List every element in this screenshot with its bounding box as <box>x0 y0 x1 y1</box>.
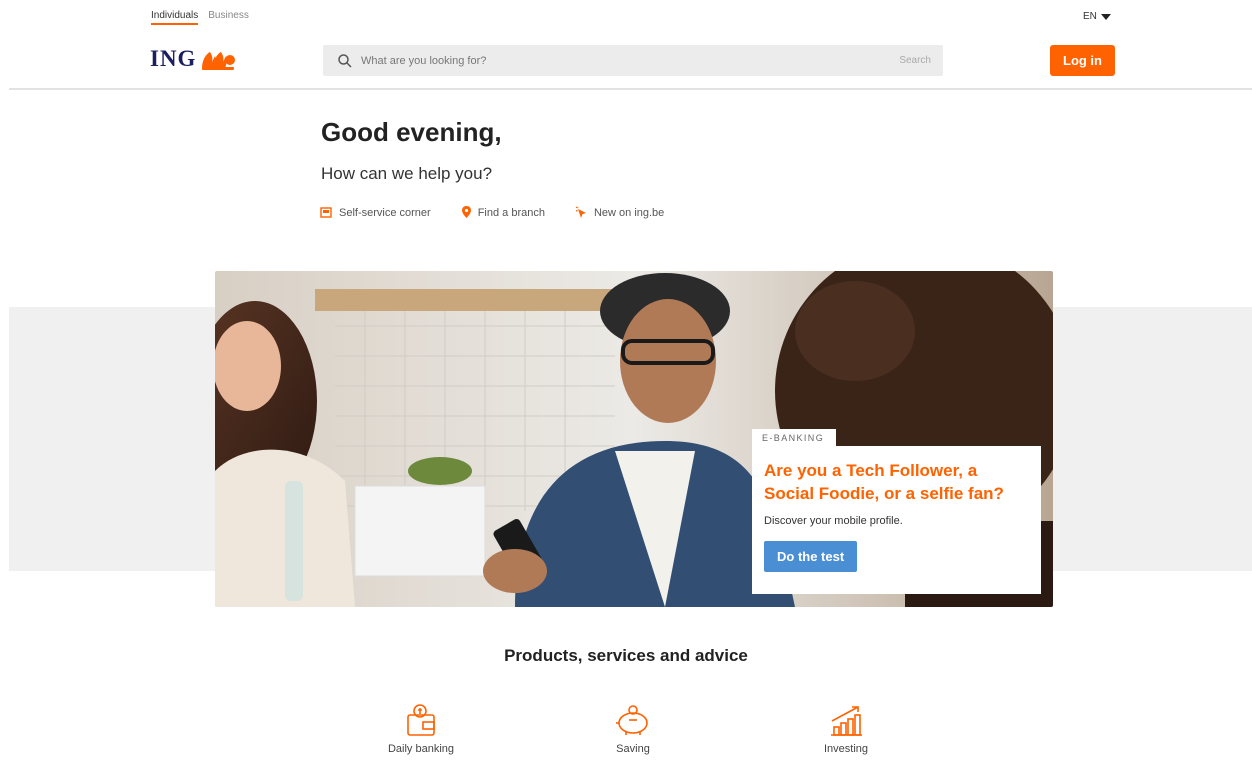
header-divider <box>9 88 1252 90</box>
caret-down-icon <box>1100 13 1111 20</box>
search-button[interactable]: Search <box>899 55 931 66</box>
product-label: Saving <box>616 743 650 755</box>
tab-individuals[interactable]: Individuals <box>151 10 199 25</box>
audience-tabs: Individuals Business <box>151 10 249 25</box>
search-bar: Search <box>323 45 943 76</box>
language-selector[interactable]: EN <box>1083 11 1111 22</box>
quicklink-find-branch[interactable]: Find a branch <box>461 206 545 219</box>
search-input[interactable] <box>353 54 900 67</box>
tab-business[interactable]: Business <box>208 10 249 25</box>
new-cursor-icon <box>575 206 586 218</box>
login-button[interactable]: Log in <box>1050 45 1115 76</box>
product-label: Daily banking <box>387 743 455 755</box>
map-pin-icon <box>461 206 471 218</box>
audience-bar: Individuals Business EN <box>0 0 1252 28</box>
quicklink-self-service[interactable]: Self-service corner <box>320 206 431 219</box>
greeting-subtitle: How can we help you? <box>321 164 493 183</box>
piggy-bank-icon <box>616 705 648 735</box>
quicklink-label: Find a branch <box>477 206 545 219</box>
search-icon <box>338 53 352 68</box>
wallet-icon <box>407 704 435 736</box>
product-investing[interactable]: Investing <box>786 703 906 755</box>
quicklink-new-on-ing[interactable]: New on ing.be <box>575 206 664 219</box>
promo-title: Are you a Tech Follower, a Social Foodie… <box>764 461 1004 503</box>
promo-description: Discover your mobile profile. <box>764 515 903 527</box>
quicklink-label: New on ing.be <box>593 206 665 219</box>
product-daily-banking[interactable]: Daily banking <box>361 703 481 755</box>
quicklink-label: Self-service corner <box>339 206 431 219</box>
language-label: EN <box>1083 11 1097 22</box>
greeting-title: Good evening, <box>321 117 502 147</box>
do-the-test-button[interactable]: Do the test <box>764 541 858 572</box>
quick-links: Self-service corner Find a branch New on… <box>320 206 694 219</box>
product-label: Investing <box>823 743 869 755</box>
products-title: Products, services and advice <box>504 646 748 665</box>
lion-icon <box>202 52 236 70</box>
self-service-icon <box>320 207 332 218</box>
growth-chart-icon <box>831 706 862 736</box>
product-saving[interactable]: Saving <box>573 703 693 755</box>
promo-card: Are you a Tech Follower, a Social Foodie… <box>752 446 1041 594</box>
logo-text: ING <box>150 46 197 71</box>
ing-logo[interactable]: ING <box>150 46 236 72</box>
promo-tag: E-BANKING <box>752 429 837 446</box>
